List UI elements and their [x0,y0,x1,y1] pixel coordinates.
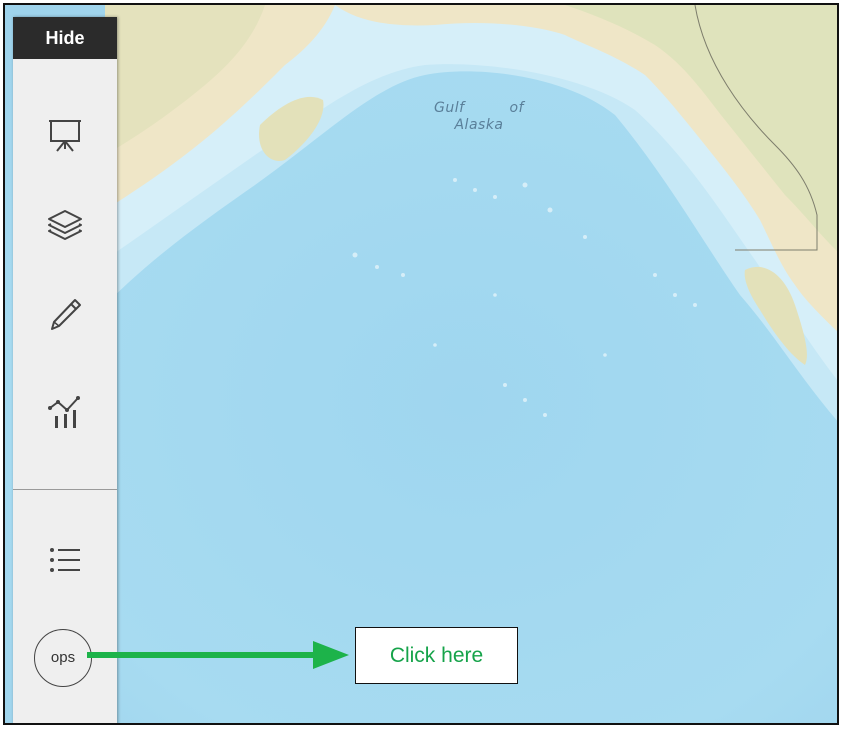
layers-icon [48,210,82,240]
list-icon [50,548,80,572]
draw-button[interactable] [13,275,117,355]
ops-button[interactable]: ops [34,629,92,687]
legend-list-button[interactable] [13,520,117,600]
analysis-button[interactable] [13,372,117,452]
screenshot-frame: Gulf of Alaska Hide ops Click here [3,3,839,725]
map-toolbar: Hide ops [13,17,117,723]
gulf-of-alaska-label: Gulf of Alaska [434,100,524,133]
pointer-arrow [87,641,349,669]
toolbar-divider [13,489,117,490]
layers-button[interactable] [13,185,117,265]
presentation-button[interactable] [13,95,117,175]
map-view[interactable]: Gulf of Alaska [5,5,837,723]
pencil-icon [51,299,81,330]
hide-button[interactable]: Hide [13,17,117,59]
click-here-callout: Click here [355,627,518,684]
presentation-easel-icon [49,120,81,152]
chart-trend-icon [48,396,80,428]
